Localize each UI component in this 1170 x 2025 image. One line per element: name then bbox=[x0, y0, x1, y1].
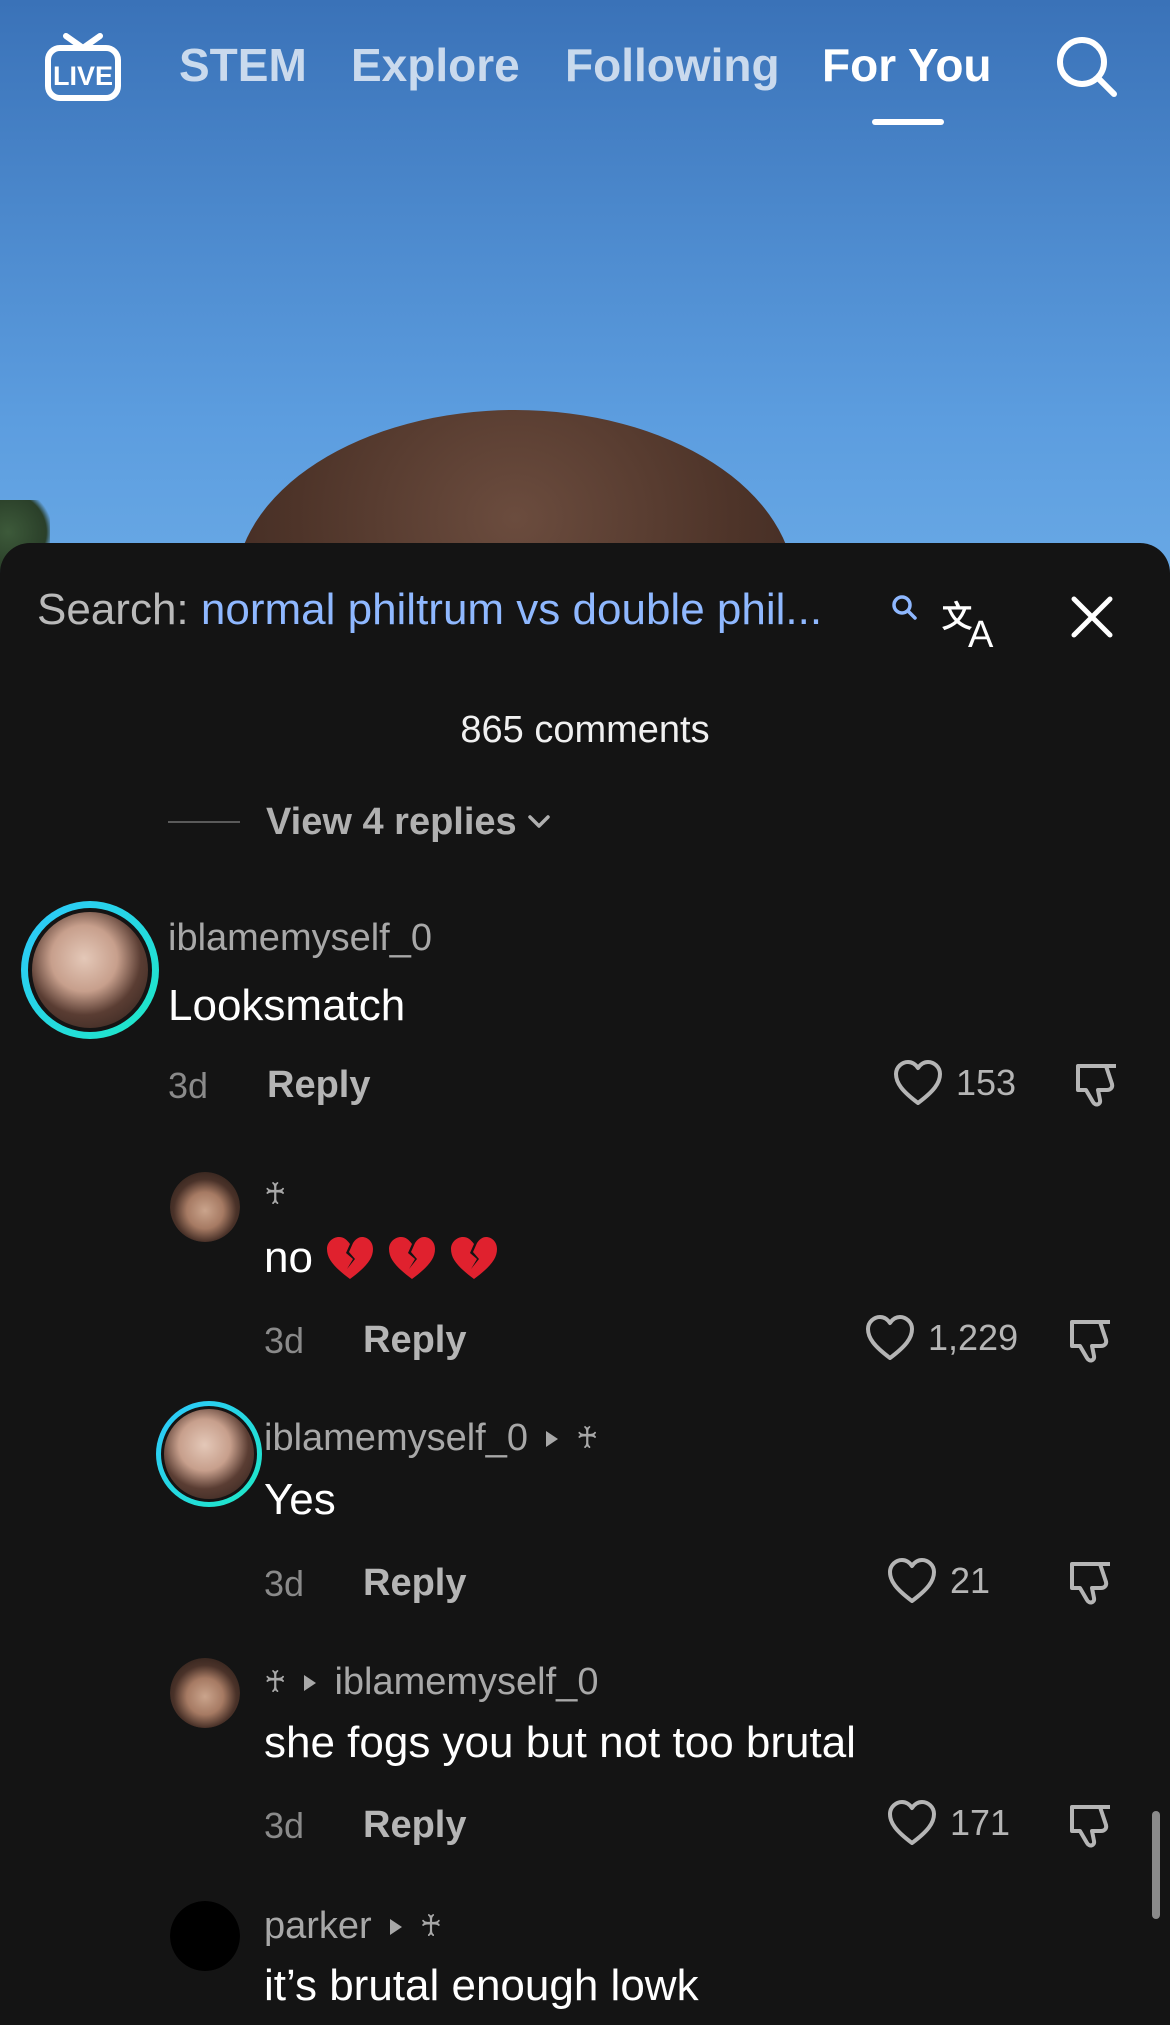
search-icon[interactable] bbox=[1052, 32, 1120, 100]
reply-to-label: iblamemyself_0 bbox=[334, 1661, 599, 1703]
avatar[interactable] bbox=[170, 1658, 240, 1728]
comment-text: no bbox=[264, 1233, 499, 1283]
like-button[interactable]: 171 bbox=[886, 1799, 1010, 1847]
username-label: iblamemyself_0 bbox=[264, 1417, 528, 1459]
comment-username[interactable]: ♰ iblamemyself_0 bbox=[264, 1661, 598, 1704]
reply-arrow-icon bbox=[389, 1918, 402, 1935]
like-count: 1,229 bbox=[928, 1317, 1019, 1358]
search-prefix: Search: bbox=[37, 585, 189, 634]
broken-heart-emoji bbox=[326, 1237, 373, 1279]
comment-time: 3d bbox=[264, 1805, 305, 1846]
comments-sheet: Search: normal philtrum vs double phil..… bbox=[0, 543, 1170, 2025]
heart-icon bbox=[888, 1800, 936, 1845]
comment-username[interactable]: parker ♰ bbox=[264, 1905, 442, 1948]
search-suggestion[interactable]: Search: normal philtrum vs double phil..… bbox=[37, 585, 822, 645]
translate-icon[interactable]: 文 A bbox=[940, 589, 1004, 653]
like-button[interactable]: 21 bbox=[886, 1557, 990, 1605]
heart-icon bbox=[894, 1060, 942, 1105]
reply-button[interactable]: Reply bbox=[363, 1319, 466, 1362]
dislike-icon[interactable] bbox=[1066, 1558, 1116, 1608]
like-button[interactable]: 153 bbox=[892, 1059, 1016, 1107]
active-tab-indicator bbox=[872, 119, 944, 125]
comment-text: she fogs you but not too brutal bbox=[264, 1718, 856, 1768]
comment-text-label: no bbox=[264, 1233, 313, 1282]
comment-time: 3d bbox=[168, 1065, 209, 1106]
close-icon[interactable] bbox=[1070, 595, 1114, 639]
scrollbar[interactable] bbox=[1152, 1811, 1160, 1919]
avatar-image bbox=[170, 1901, 240, 1971]
dislike-icon[interactable] bbox=[1066, 1801, 1116, 1851]
broken-heart-emoji bbox=[388, 1237, 435, 1279]
view-replies-button[interactable]: View 4 replies bbox=[168, 797, 553, 847]
reply-button[interactable]: Reply bbox=[363, 1804, 466, 1847]
tab-following[interactable]: Following bbox=[565, 38, 780, 92]
avatar-image bbox=[161, 1406, 257, 1502]
comment-text-label: it’s brutal enough lowk bbox=[264, 1961, 699, 2010]
username-label: iblamemyself_0 bbox=[168, 917, 432, 959]
comment-text-label: Looksmatch bbox=[168, 981, 406, 1030]
search-small-icon bbox=[892, 595, 917, 620]
reply-to-label: ♰ bbox=[576, 1422, 599, 1455]
comment-text: Yes bbox=[264, 1475, 336, 1525]
comment-count: 865 comments bbox=[460, 709, 710, 751]
reply-to-label: ♰ bbox=[419, 1910, 443, 1943]
comment-text: it’s brutal enough lowk bbox=[264, 1961, 699, 2011]
top-navigation: LIVE STEM Explore Following For You bbox=[0, 0, 1170, 140]
like-button[interactable]: 1,229 bbox=[864, 1314, 1018, 1362]
comment-text-label: she fogs you but not too brutal bbox=[264, 1718, 856, 1767]
avatar[interactable] bbox=[156, 1401, 262, 1507]
chevron-down-icon bbox=[527, 815, 550, 828]
svg-text:A: A bbox=[968, 614, 994, 653]
comment-time: 3d bbox=[264, 1320, 305, 1361]
username-label: parker bbox=[264, 1905, 372, 1947]
comment-username[interactable]: iblamemyself_0 ♰ bbox=[264, 1417, 598, 1460]
avatar-image bbox=[28, 908, 152, 1032]
avatar[interactable] bbox=[170, 1901, 240, 1971]
username-label: ♰ bbox=[264, 1666, 287, 1699]
broken-heart-emoji bbox=[450, 1237, 497, 1279]
reply-button[interactable]: Reply bbox=[267, 1064, 370, 1107]
reply-arrow-icon bbox=[304, 1674, 317, 1691]
avatar[interactable] bbox=[21, 901, 159, 1039]
comment-text-label: Yes bbox=[264, 1475, 336, 1524]
search-query-link[interactable]: normal philtrum vs double phil... bbox=[201, 585, 822, 634]
like-count: 171 bbox=[950, 1802, 1011, 1843]
like-count: 153 bbox=[956, 1062, 1017, 1103]
comment-username[interactable]: iblamemyself_0 bbox=[168, 917, 432, 960]
comment-username[interactable]: ♰ bbox=[264, 1177, 286, 1212]
dislike-icon[interactable] bbox=[1072, 1060, 1122, 1110]
divider-line bbox=[168, 821, 240, 823]
heart-icon bbox=[888, 1558, 936, 1603]
view-replies-label: View 4 replies bbox=[266, 800, 517, 843]
avatar[interactable] bbox=[170, 1172, 240, 1242]
tab-for-you[interactable]: For You bbox=[822, 38, 992, 92]
live-tv-icon[interactable]: LIVE bbox=[44, 30, 122, 102]
comment-text: Looksmatch bbox=[168, 981, 405, 1031]
tab-stem[interactable]: STEM bbox=[179, 38, 307, 92]
dislike-icon[interactable] bbox=[1066, 1316, 1116, 1366]
reply-button[interactable]: Reply bbox=[363, 1562, 466, 1605]
avatar-image bbox=[170, 1658, 240, 1728]
comment-time: 3d bbox=[264, 1563, 305, 1604]
avatar-image bbox=[170, 1172, 240, 1242]
heart-icon bbox=[866, 1315, 914, 1360]
reply-arrow-icon bbox=[546, 1430, 558, 1447]
username-label: ♰ bbox=[264, 1178, 287, 1211]
tab-explore[interactable]: Explore bbox=[351, 38, 520, 92]
like-count: 21 bbox=[950, 1560, 991, 1601]
svg-text:LIVE: LIVE bbox=[53, 61, 113, 91]
